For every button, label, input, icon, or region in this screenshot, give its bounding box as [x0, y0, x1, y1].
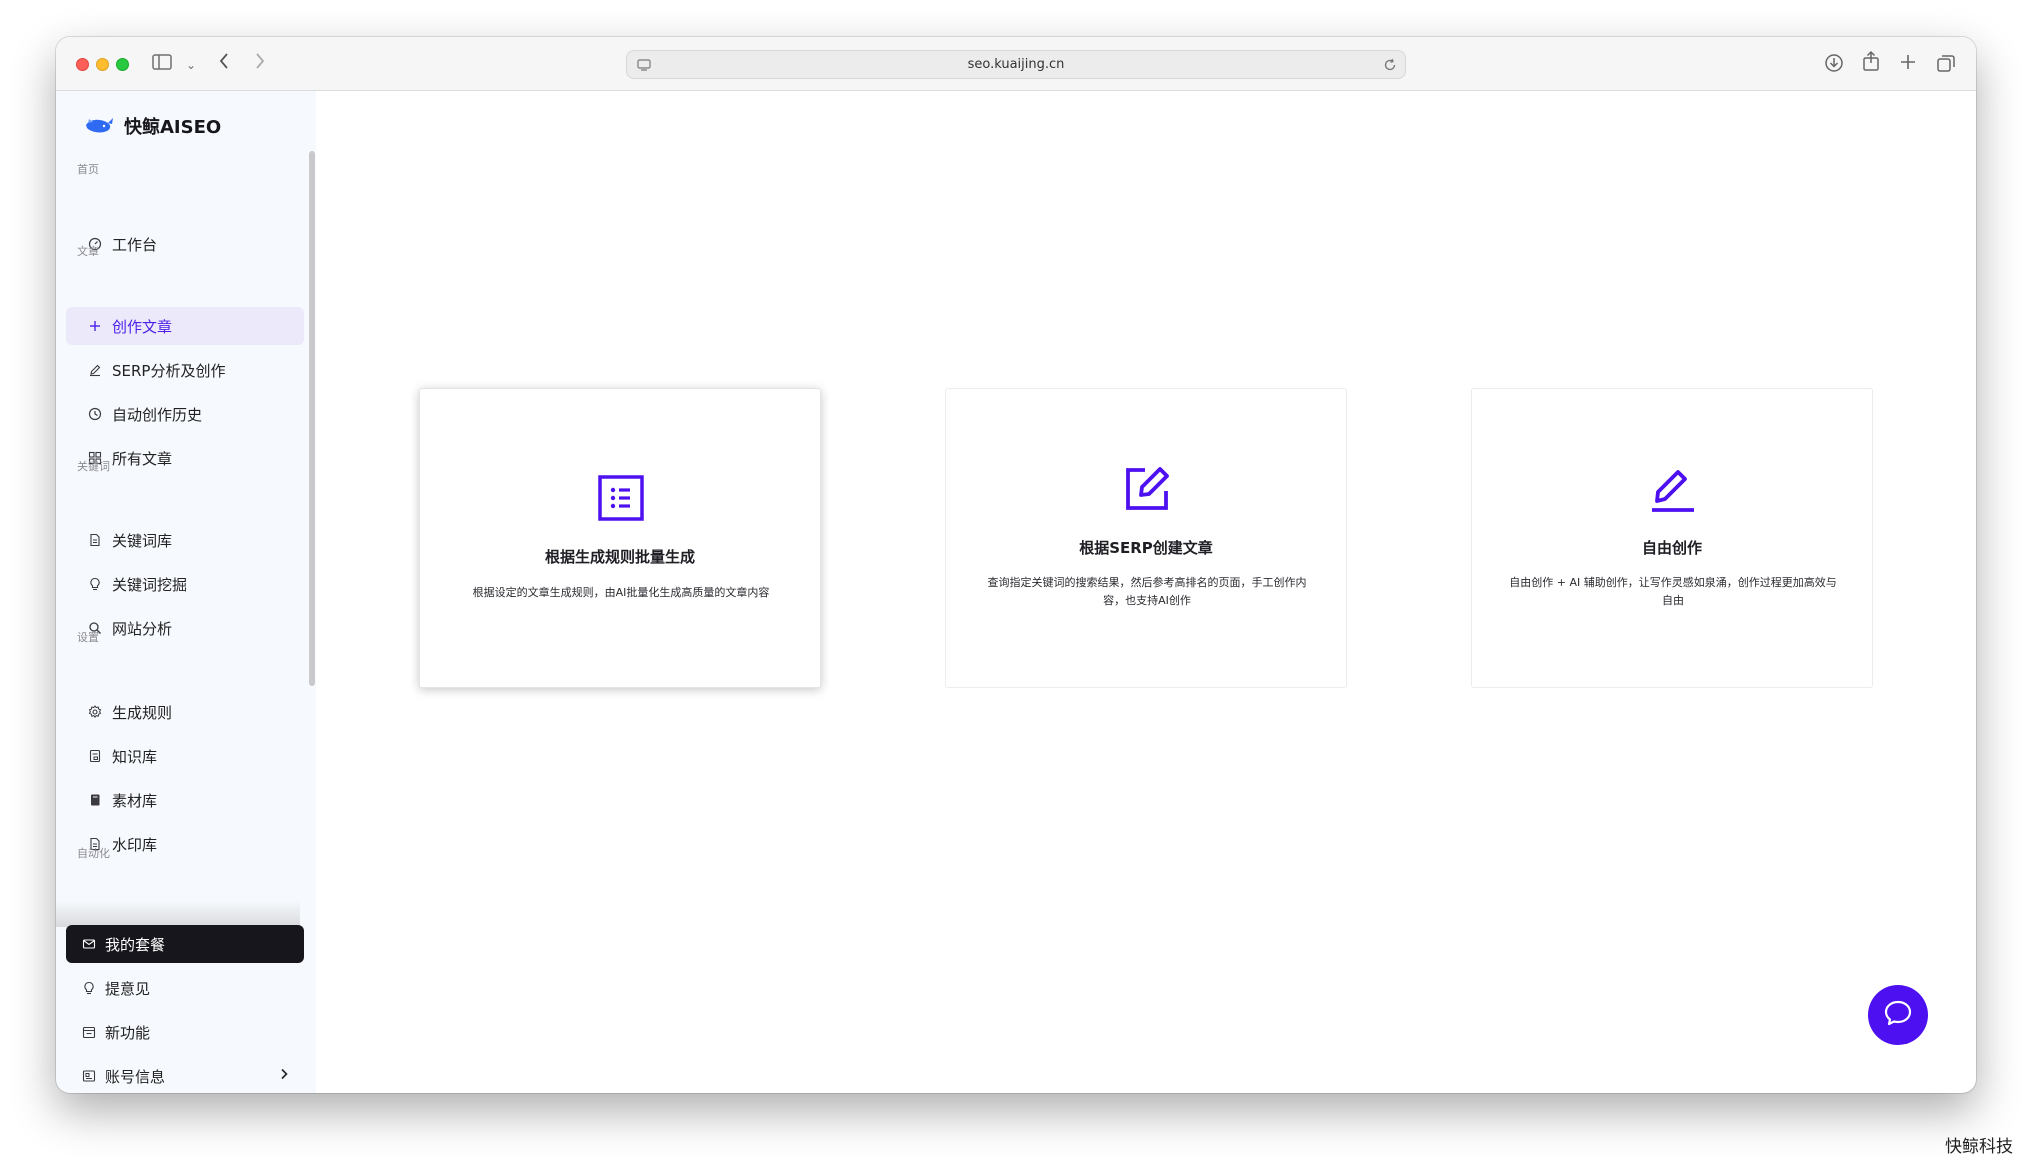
chat-support-button[interactable] — [1868, 985, 1928, 1045]
my-plan-label: 我的套餐 — [105, 935, 166, 954]
new-features-button[interactable]: 新功能 — [66, 1013, 304, 1051]
section-title-home: 首页 — [77, 163, 99, 176]
edit-square-icon — [1123, 465, 1171, 513]
sidebar-item-label: 水印库 — [112, 835, 158, 854]
sidebar-item-label: 素材库 — [112, 791, 158, 810]
sidebar-item-label: SERP分析及创作 — [112, 361, 226, 380]
card-description: 自由创作 + AI 辅助创作，让写作灵感如泉涌，创作过程更加高效与自由 — [1509, 576, 1837, 607]
whale-logo-icon — [84, 113, 114, 139]
sidebar-item-site-analysis[interactable]: 网站分析 — [66, 609, 304, 647]
new-tab-icon[interactable] — [1899, 53, 1917, 76]
tab-overview-icon[interactable] — [1936, 53, 1956, 78]
book-icon — [88, 749, 102, 763]
sidebar-toggle-icon[interactable] — [152, 54, 172, 75]
sidebar-item-keyword-mining[interactable]: 关键词挖掘 — [66, 565, 304, 603]
sidebar-item-generation-rules[interactable]: 生成规则 — [66, 693, 304, 731]
section-title-articles: 文章 — [77, 245, 99, 258]
sidebar-item-auto-history[interactable]: 自动创作历史 — [66, 395, 304, 433]
calendar-icon — [82, 1025, 96, 1039]
sidebar-item-label: 生成规则 — [112, 703, 173, 722]
id-card-icon — [82, 1069, 96, 1083]
feedback-button[interactable]: 提意见 — [66, 969, 304, 1007]
card-title: 根据生成规则批量生成 — [544, 548, 695, 566]
chevron-right-icon — [280, 1068, 288, 1084]
card-description: 根据设定的文章生成规则，由AI批量化生成高质量的文章内容 — [472, 586, 770, 599]
sidebar-item-knowledge-base[interactable]: 知识库 — [66, 737, 304, 775]
mail-icon — [82, 937, 96, 951]
sidebar-item-label: 关键词库 — [112, 531, 173, 550]
share-icon[interactable] — [1862, 50, 1880, 77]
file-icon — [88, 533, 102, 547]
reload-icon[interactable] — [1383, 57, 1397, 76]
new-features-label: 新功能 — [105, 1023, 151, 1042]
my-plan-button[interactable]: 我的套餐 — [66, 925, 304, 963]
stack-icon — [88, 793, 102, 807]
list-icon — [597, 474, 645, 522]
download-icon[interactable] — [1824, 53, 1844, 78]
feedback-label: 提意见 — [105, 979, 151, 998]
pen-icon — [88, 363, 102, 377]
watermark-text: 快鲸科技 — [1945, 1137, 2013, 1157]
back-arrow-icon[interactable] — [218, 52, 230, 75]
sidebar-scrollbar[interactable] — [309, 151, 315, 686]
card-title: 自由创作 — [1641, 539, 1702, 557]
sidebar-item-workbench[interactable]: 工作台 — [66, 225, 304, 263]
scroll-fade-overlay — [56, 901, 300, 927]
sidebar-item-create-article[interactable]: 创作文章 — [66, 307, 304, 345]
sidebar-item-material-library[interactable]: 素材库 — [66, 781, 304, 819]
sidebar-item-label: 关键词挖掘 — [112, 575, 188, 594]
brand-name: 快鲸AISEO — [124, 117, 222, 138]
sidebar-item-label: 创作文章 — [112, 317, 173, 336]
sidebar-item-keyword-library[interactable]: 关键词库 — [66, 521, 304, 559]
section-title-automation: 自动化 — [77, 847, 110, 860]
section-title-keywords: 关键词 — [77, 460, 110, 473]
minimize-window-button[interactable] — [96, 58, 109, 71]
sidebar-item-label: 工作台 — [112, 235, 158, 254]
card-free-create[interactable]: 自由创作 自由创作 + AI 辅助创作，让写作灵感如泉涌，创作过程更加高效与自由 — [1471, 388, 1873, 688]
sidebar-item-label: 所有文章 — [112, 449, 173, 468]
address-bar[interactable]: seo.kuaijing.cn — [626, 50, 1406, 79]
card-title: 根据SERP创建文章 — [1079, 539, 1213, 557]
card-batch-generate[interactable]: 根据生成规则批量生成 根据设定的文章生成规则，由AI批量化生成高质量的文章内容 — [419, 388, 821, 688]
close-window-button[interactable] — [76, 58, 89, 71]
browser-window: ⌄ seo.kuaijing.cn 快鲸AISEO 首页 工作台 文章 创作文章… — [56, 37, 1976, 1093]
browser-toolbar: ⌄ seo.kuaijing.cn — [56, 37, 1976, 91]
bulb-icon — [82, 981, 96, 995]
account-info-label: 账号信息 — [105, 1067, 166, 1086]
sidebar: 快鲸AISEO 首页 工作台 文章 创作文章 SERP分析及创作 自动创作历史 … — [56, 91, 316, 1093]
sidebar-item-label: 自动创作历史 — [112, 405, 203, 424]
section-title-settings: 设置 — [77, 631, 99, 644]
zoom-window-button[interactable] — [116, 58, 129, 71]
gear-icon — [88, 705, 102, 719]
bulb-icon — [88, 577, 102, 591]
account-info-button[interactable]: 账号信息 — [66, 1057, 304, 1093]
url-text: seo.kuaijing.cn — [967, 57, 1065, 72]
sidebar-item-label: 知识库 — [112, 747, 158, 766]
sidebar-item-label: 网站分析 — [112, 619, 173, 638]
card-serp-create[interactable]: 根据SERP创建文章 查询指定关键词的搜索结果，然后参考高排名的页面，手工创作内… — [945, 388, 1347, 688]
card-description: 查询指定关键词的搜索结果，然后参考高排名的页面，手工创作内容，也支持AI创作 — [987, 576, 1307, 607]
pencil-icon — [1649, 465, 1697, 513]
sidebar-item-serp-analysis[interactable]: SERP分析及创作 — [66, 351, 304, 389]
chat-bubble-icon — [1883, 999, 1913, 1031]
clock-icon — [88, 407, 102, 421]
chevron-down-icon[interactable]: ⌄ — [186, 55, 196, 75]
forward-arrow-icon[interactable] — [254, 52, 266, 75]
plus-icon — [88, 319, 102, 333]
brand-logo[interactable]: 快鲸AISEO — [84, 111, 221, 141]
